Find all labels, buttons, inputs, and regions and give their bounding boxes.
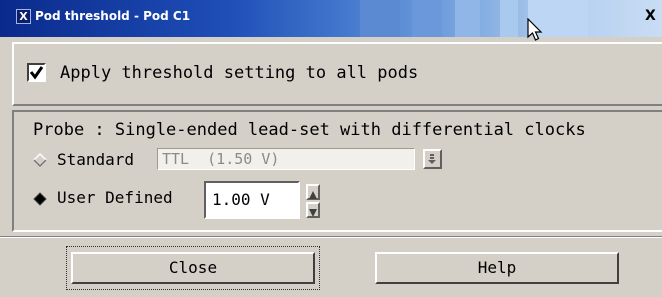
x-app-icon: X <box>16 9 31 24</box>
spin-up-glyph <box>309 191 317 199</box>
user-defined-label: User Defined <box>57 188 173 207</box>
title-bar-stripes <box>360 0 600 37</box>
spin-down-glyph <box>309 209 317 217</box>
standard-label: Standard <box>57 150 135 169</box>
user-defined-radio[interactable] <box>33 192 47 206</box>
spin-down-icon[interactable] <box>306 202 320 218</box>
dropdown-arrow-glyph <box>428 154 436 164</box>
spin-up-icon[interactable] <box>306 184 320 200</box>
help-button[interactable]: Help <box>375 252 619 284</box>
window-title: Pod threshold - Pod C1 <box>35 9 191 23</box>
pod-threshold-dialog: X Pod threshold - Pod C1 X Apply thresho… <box>0 0 662 297</box>
close-icon[interactable]: X <box>645 8 662 26</box>
standard-threshold-field[interactable]: TTL (1.50 V) <box>157 148 415 170</box>
close-button[interactable]: Close <box>71 252 315 284</box>
probe-label: Probe : Single-ended lead-set with diffe… <box>33 120 586 140</box>
apply-all-label: Apply threshold setting to all pods <box>60 63 419 83</box>
dropdown-arrow-icon[interactable] <box>423 149 442 169</box>
apply-all-checkbox[interactable] <box>27 63 46 82</box>
mouse-cursor-icon <box>527 18 543 41</box>
button-bar-separator <box>0 236 662 238</box>
standard-radio[interactable] <box>33 153 47 167</box>
title-bar[interactable]: X Pod threshold - Pod C1 X <box>0 0 662 41</box>
checkmark-icon <box>29 66 44 80</box>
user-threshold-input[interactable]: 1.00 V <box>204 181 300 219</box>
